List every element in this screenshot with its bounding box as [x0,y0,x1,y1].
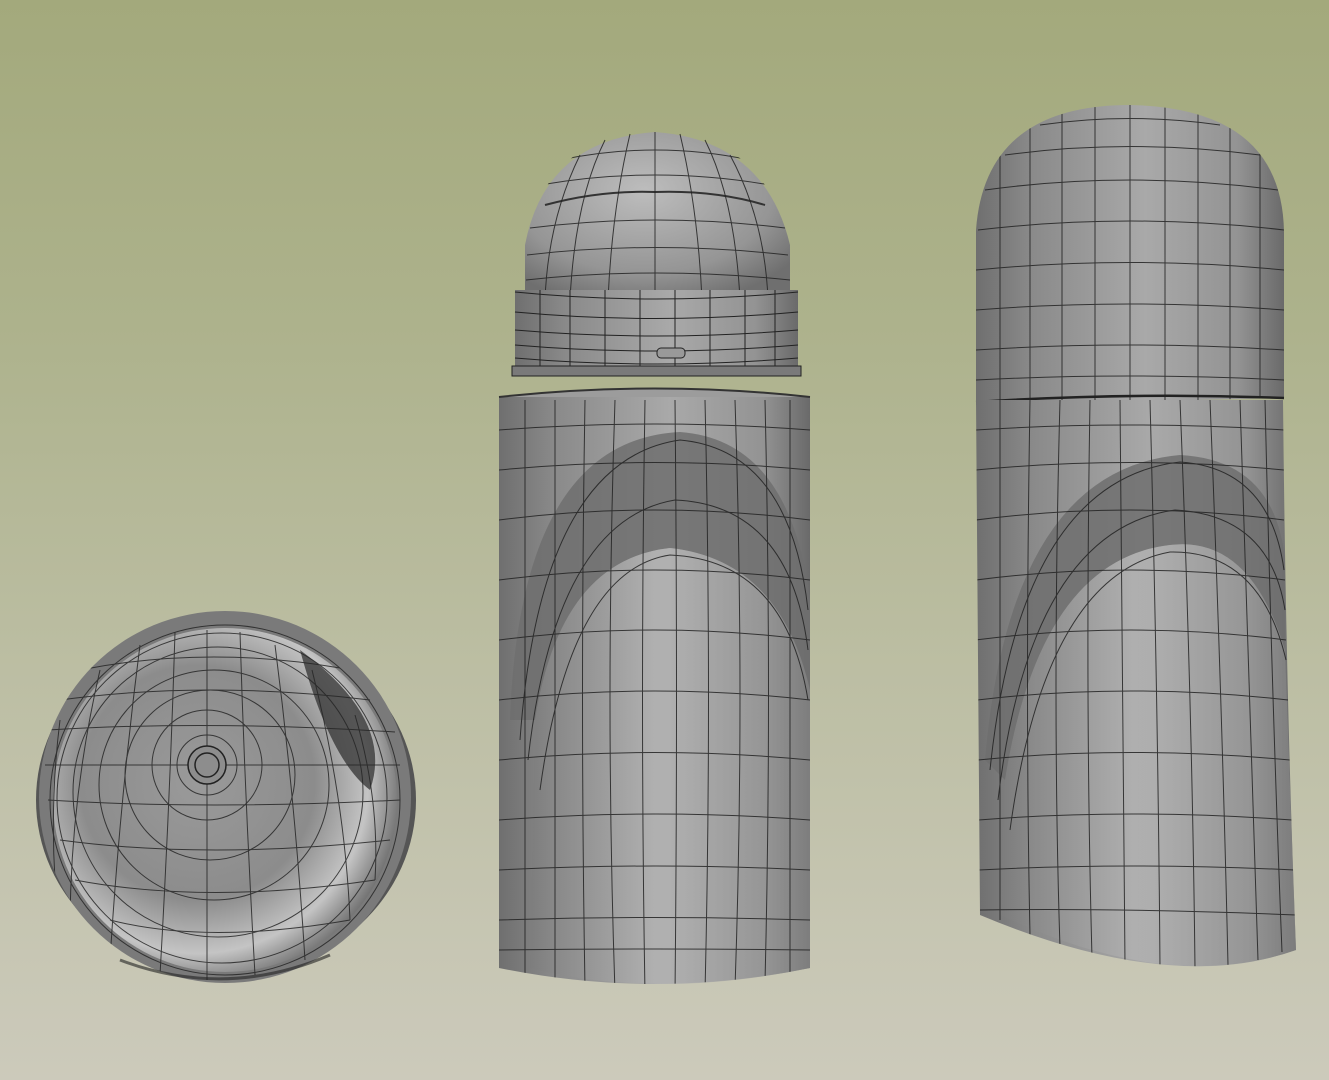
neck-thread-ring [511,365,802,377]
render-canvas [36,105,1296,984]
roller-ball [525,132,790,300]
roll-on-bottle-open [498,132,811,984]
roll-on-bottle-capped [975,105,1296,967]
cap-interior-view [36,611,416,983]
bottle-neck [515,290,798,370]
viewport [0,0,1329,1080]
cap-center-boss [187,745,227,785]
